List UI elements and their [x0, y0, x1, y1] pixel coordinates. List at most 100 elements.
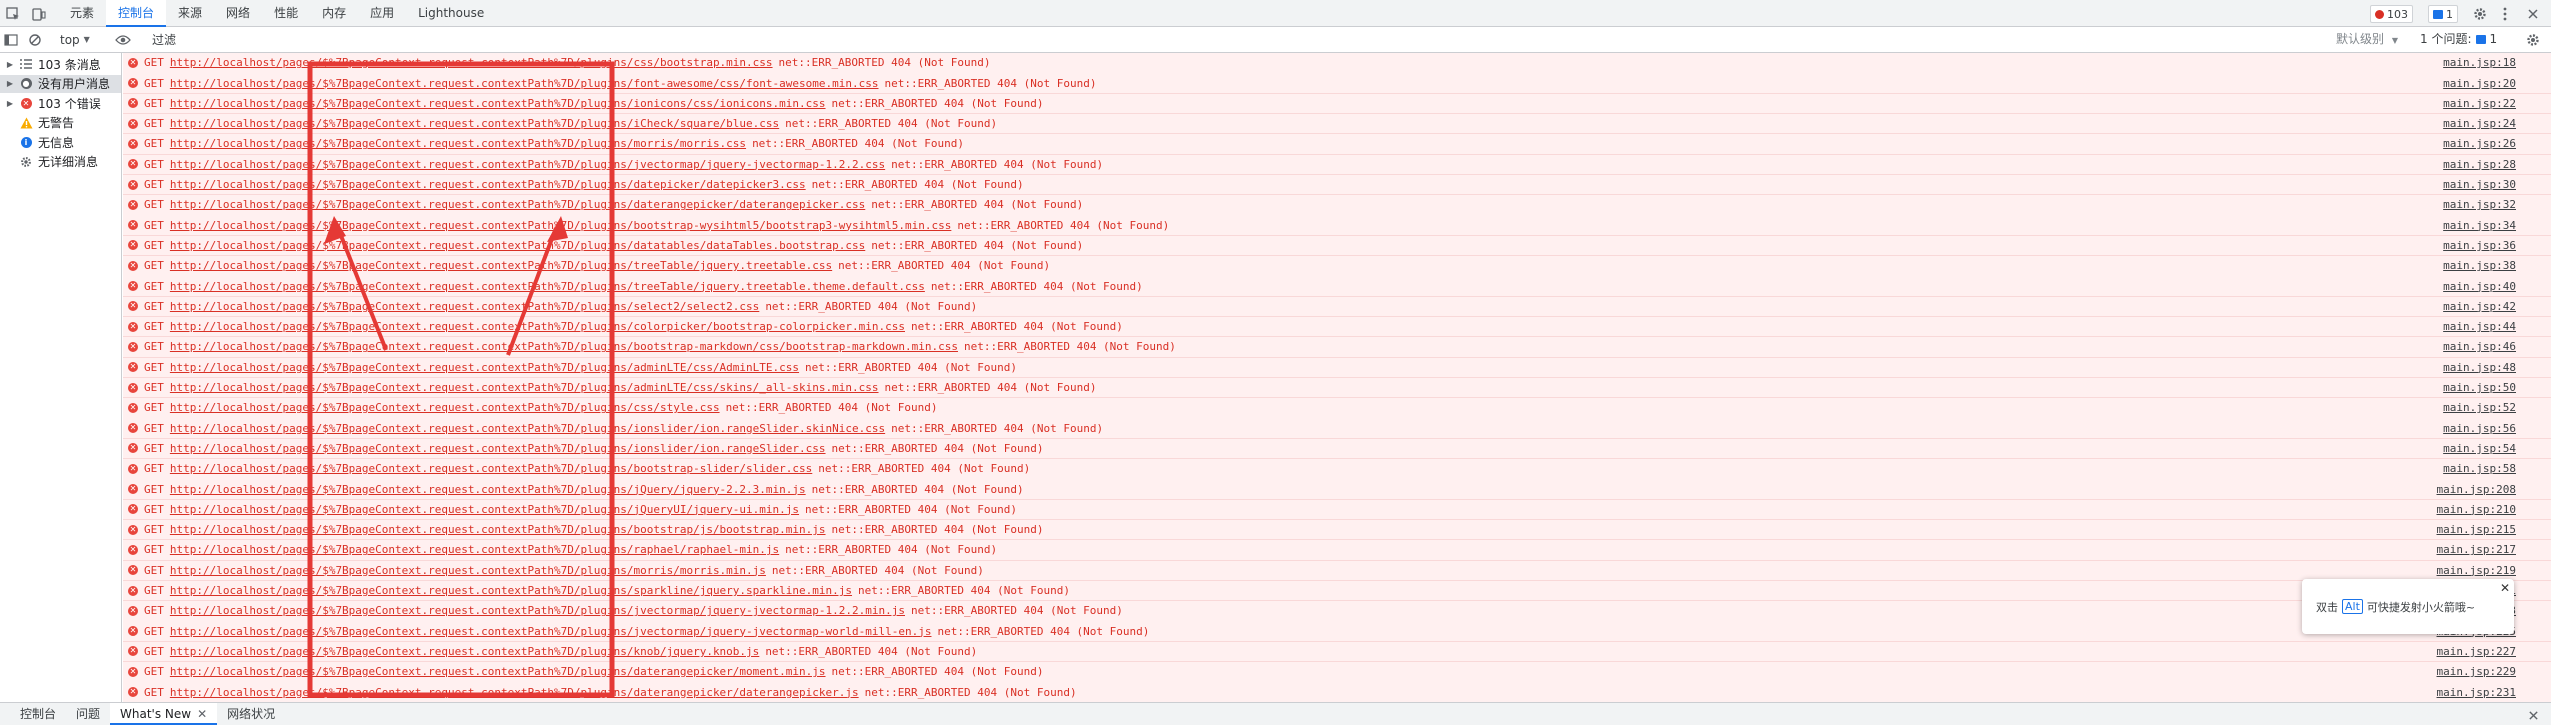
request-url[interactable]: http://localhost/pages/$%7BpageContext.r…: [170, 300, 759, 313]
request-url[interactable]: http://localhost/pages/$%7BpageContext.r…: [170, 340, 958, 353]
source-link[interactable]: main.jsp:36: [2443, 239, 2516, 252]
settings-gear-icon[interactable]: [2471, 5, 2489, 23]
source-link[interactable]: main.jsp:210: [2437, 503, 2516, 516]
request-url[interactable]: http://localhost/pages/$%7BpageContext.r…: [170, 77, 879, 90]
source-link[interactable]: main.jsp:217: [2437, 543, 2516, 556]
source-link[interactable]: main.jsp:229: [2437, 665, 2516, 678]
close-drawer-icon[interactable]: [2524, 706, 2542, 724]
log-levels-dropdown[interactable]: 默认级别 ▼: [2330, 30, 2404, 49]
request-url[interactable]: http://localhost/pages/$%7BpageContext.r…: [170, 483, 806, 496]
tab-2[interactable]: 来源: [166, 0, 214, 27]
request-url[interactable]: http://localhost/pages/$%7BpageContext.r…: [170, 259, 832, 272]
source-link[interactable]: main.jsp:22: [2443, 97, 2516, 110]
request-url[interactable]: http://localhost/pages/$%7BpageContext.r…: [170, 503, 799, 516]
source-link[interactable]: main.jsp:34: [2443, 219, 2516, 232]
more-options-icon[interactable]: [2496, 5, 2514, 23]
inspect-element-icon[interactable]: [4, 5, 22, 23]
request-url[interactable]: http://localhost/pages/$%7BpageContext.r…: [170, 158, 885, 171]
source-link[interactable]: main.jsp:42: [2443, 300, 2516, 313]
source-link[interactable]: main.jsp:24: [2443, 117, 2516, 130]
request-url[interactable]: http://localhost/pages/$%7BpageContext.r…: [170, 604, 905, 617]
tab-3[interactable]: 网络: [214, 0, 262, 27]
message-count-badge[interactable]: 1: [2428, 5, 2458, 23]
request-url[interactable]: http://localhost/pages/$%7BpageContext.r…: [170, 239, 865, 252]
source-link[interactable]: main.jsp:219: [2437, 564, 2516, 577]
source-link[interactable]: main.jsp:56: [2443, 422, 2516, 435]
request-url[interactable]: http://localhost/pages/$%7BpageContext.r…: [170, 137, 746, 150]
filter-input[interactable]: [148, 30, 2316, 49]
source-link[interactable]: main.jsp:227: [2437, 645, 2516, 658]
sidebar-item-1[interactable]: ▶ ● 没有用户消息: [0, 74, 121, 93]
tab-6[interactable]: 应用: [358, 0, 406, 27]
sidebar-item-4[interactable]: i 无信息: [0, 133, 121, 151]
request-url[interactable]: http://localhost/pages/$%7BpageContext.r…: [170, 320, 905, 333]
source-link[interactable]: main.jsp:38: [2443, 259, 2516, 272]
request-url[interactable]: http://localhost/pages/$%7BpageContext.r…: [170, 219, 951, 232]
close-devtools-icon[interactable]: [2524, 5, 2542, 23]
source-link[interactable]: main.jsp:231: [2437, 686, 2516, 699]
request-url[interactable]: http://localhost/pages/$%7BpageContext.r…: [170, 198, 865, 211]
sidebar-item-5[interactable]: 无详细消息: [0, 153, 121, 171]
close-tab-icon[interactable]: ✕: [197, 707, 207, 721]
expand-triangle-icon[interactable]: ▶: [4, 60, 16, 69]
request-url[interactable]: http://localhost/pages/$%7BpageContext.r…: [170, 665, 826, 678]
source-link[interactable]: main.jsp:48: [2443, 361, 2516, 374]
request-url[interactable]: http://localhost/pages/$%7BpageContext.r…: [170, 686, 859, 699]
request-url[interactable]: http://localhost/pages/$%7BpageContext.r…: [170, 401, 720, 414]
request-url[interactable]: http://localhost/pages/$%7BpageContext.r…: [170, 381, 879, 394]
sidebar-toggle-icon[interactable]: [2, 31, 20, 49]
source-link[interactable]: main.jsp:50: [2443, 381, 2516, 394]
source-link[interactable]: main.jsp:58: [2443, 462, 2516, 475]
source-link[interactable]: main.jsp:18: [2443, 56, 2516, 69]
sidebar-item-3[interactable]: 无警告: [0, 114, 121, 132]
source-link[interactable]: main.jsp:44: [2443, 320, 2516, 333]
source-link[interactable]: main.jsp:20: [2443, 77, 2516, 90]
live-expression-eye-icon[interactable]: [114, 31, 132, 49]
request-url[interactable]: http://localhost/pages/$%7BpageContext.r…: [170, 117, 779, 130]
source-link[interactable]: main.jsp:46: [2443, 340, 2516, 353]
tab-4[interactable]: 性能: [262, 0, 310, 27]
request-url[interactable]: http://localhost/pages/$%7BpageContext.r…: [170, 543, 779, 556]
error-count-badge[interactable]: 103: [2370, 5, 2413, 23]
source-link[interactable]: main.jsp:52: [2443, 401, 2516, 414]
request-url[interactable]: http://localhost/pages/$%7BpageContext.r…: [170, 56, 773, 69]
console-settings-gear-icon[interactable]: [2524, 31, 2542, 49]
request-url[interactable]: http://localhost/pages/$%7BpageContext.r…: [170, 625, 932, 638]
tab-7[interactable]: Lighthouse: [406, 0, 496, 27]
tab-0[interactable]: 元素: [58, 0, 106, 27]
source-link[interactable]: main.jsp:30: [2443, 178, 2516, 191]
source-link[interactable]: main.jsp:40: [2443, 280, 2516, 293]
sidebar-item-0[interactable]: ▶ 103 条消息: [0, 55, 121, 73]
clear-console-icon[interactable]: [26, 31, 44, 49]
request-url[interactable]: http://localhost/pages/$%7BpageContext.r…: [170, 523, 826, 536]
request-url[interactable]: http://localhost/pages/$%7BpageContext.r…: [170, 280, 925, 293]
request-url[interactable]: http://localhost/pages/$%7BpageContext.r…: [170, 564, 766, 577]
request-url[interactable]: http://localhost/pages/$%7BpageContext.r…: [170, 584, 852, 597]
issues-button[interactable]: 1 个问题: 1: [2420, 30, 2497, 49]
source-link[interactable]: main.jsp:28: [2443, 158, 2516, 171]
context-selector[interactable]: top ▼: [60, 31, 90, 48]
drawer-tab-1[interactable]: 问题: [66, 703, 110, 725]
tab-1[interactable]: 控制台: [106, 0, 167, 27]
request-url[interactable]: http://localhost/pages/$%7BpageContext.r…: [170, 442, 826, 455]
drawer-tab-2[interactable]: What's New ✕: [110, 703, 218, 725]
drawer-tab-0[interactable]: 控制台: [10, 703, 66, 725]
request-url[interactable]: http://localhost/pages/$%7BpageContext.r…: [170, 97, 826, 110]
device-toolbar-icon[interactable]: [30, 5, 48, 23]
expand-triangle-icon[interactable]: ▶: [4, 99, 16, 108]
request-url[interactable]: http://localhost/pages/$%7BpageContext.r…: [170, 361, 799, 374]
source-link[interactable]: main.jsp:54: [2443, 442, 2516, 455]
source-link[interactable]: main.jsp:26: [2443, 137, 2516, 150]
close-icon[interactable]: ✕: [2500, 581, 2510, 595]
expand-triangle-icon[interactable]: ▶: [4, 79, 16, 88]
request-url[interactable]: http://localhost/pages/$%7BpageContext.r…: [170, 645, 759, 658]
source-link[interactable]: main.jsp:32: [2443, 198, 2516, 211]
drawer-tab-3[interactable]: 网络状况: [217, 703, 285, 725]
request-url[interactable]: http://localhost/pages/$%7BpageContext.r…: [170, 462, 812, 475]
request-url[interactable]: http://localhost/pages/$%7BpageContext.r…: [170, 178, 806, 191]
tab-5[interactable]: 内存: [310, 0, 358, 27]
sidebar-item-2[interactable]: ▶ ✕ 103 个错误: [0, 94, 121, 112]
source-link[interactable]: main.jsp:208: [2437, 483, 2516, 496]
request-url[interactable]: http://localhost/pages/$%7BpageContext.r…: [170, 422, 885, 435]
source-link[interactable]: main.jsp:215: [2437, 523, 2516, 536]
